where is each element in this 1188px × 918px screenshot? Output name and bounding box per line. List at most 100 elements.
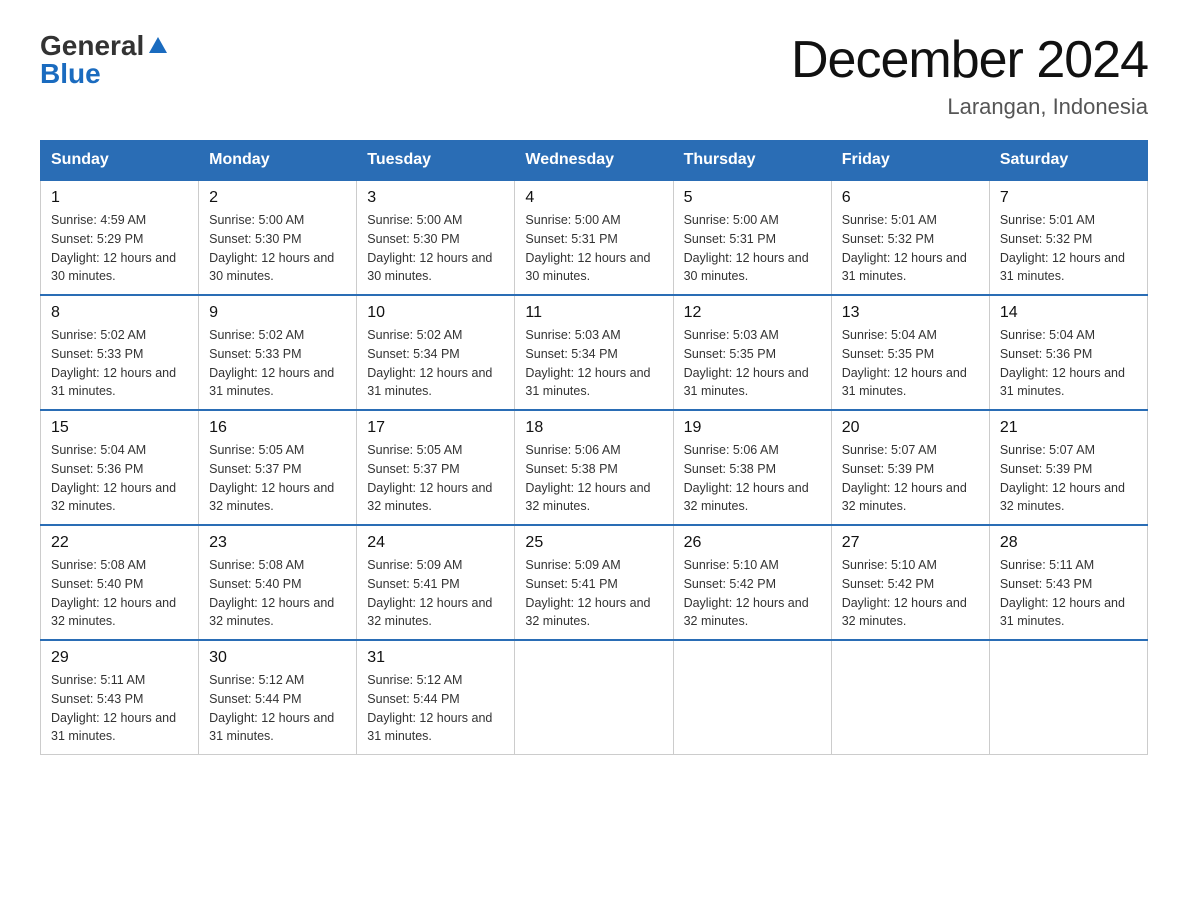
- day-number: 11: [525, 304, 662, 322]
- day-number: 15: [51, 419, 188, 437]
- logo-arrow-icon: [147, 35, 169, 62]
- day-cell: 19 Sunrise: 5:06 AMSunset: 5:38 PMDaylig…: [673, 410, 831, 525]
- day-info: Sunrise: 5:01 AMSunset: 5:32 PMDaylight:…: [842, 213, 967, 283]
- day-number: 8: [51, 304, 188, 322]
- day-number: 21: [1000, 419, 1137, 437]
- day-cell: 29 Sunrise: 5:11 AMSunset: 5:43 PMDaylig…: [41, 640, 199, 755]
- day-cell: 8 Sunrise: 5:02 AMSunset: 5:33 PMDayligh…: [41, 295, 199, 410]
- day-info: Sunrise: 5:11 AMSunset: 5:43 PMDaylight:…: [51, 673, 176, 743]
- title-area: December 2024 Larangan, Indonesia: [791, 30, 1148, 120]
- day-info: Sunrise: 5:12 AMSunset: 5:44 PMDaylight:…: [209, 673, 334, 743]
- page-header: General Blue December 2024 Larangan, Ind…: [40, 30, 1148, 120]
- day-info: Sunrise: 5:07 AMSunset: 5:39 PMDaylight:…: [1000, 443, 1125, 513]
- day-cell: 3 Sunrise: 5:00 AMSunset: 5:30 PMDayligh…: [357, 180, 515, 295]
- day-cell: [989, 640, 1147, 755]
- logo-blue-text: Blue: [40, 58, 101, 90]
- day-info: Sunrise: 5:00 AMSunset: 5:30 PMDaylight:…: [209, 213, 334, 283]
- day-cell: 14 Sunrise: 5:04 AMSunset: 5:36 PMDaylig…: [989, 295, 1147, 410]
- logo: General Blue: [40, 30, 169, 90]
- day-info: Sunrise: 5:04 AMSunset: 5:36 PMDaylight:…: [1000, 328, 1125, 398]
- day-cell: 11 Sunrise: 5:03 AMSunset: 5:34 PMDaylig…: [515, 295, 673, 410]
- day-info: Sunrise: 5:00 AMSunset: 5:30 PMDaylight:…: [367, 213, 492, 283]
- day-info: Sunrise: 5:12 AMSunset: 5:44 PMDaylight:…: [367, 673, 492, 743]
- day-info: Sunrise: 5:10 AMSunset: 5:42 PMDaylight:…: [842, 558, 967, 628]
- day-number: 10: [367, 304, 504, 322]
- day-cell: 18 Sunrise: 5:06 AMSunset: 5:38 PMDaylig…: [515, 410, 673, 525]
- week-row-4: 22 Sunrise: 5:08 AMSunset: 5:40 PMDaylig…: [41, 525, 1148, 640]
- day-number: 17: [367, 419, 504, 437]
- day-number: 31: [367, 649, 504, 667]
- day-cell: [673, 640, 831, 755]
- day-number: 3: [367, 189, 504, 207]
- day-number: 23: [209, 534, 346, 552]
- day-number: 9: [209, 304, 346, 322]
- day-cell: 22 Sunrise: 5:08 AMSunset: 5:40 PMDaylig…: [41, 525, 199, 640]
- day-cell: 7 Sunrise: 5:01 AMSunset: 5:32 PMDayligh…: [989, 180, 1147, 295]
- day-number: 6: [842, 189, 979, 207]
- day-info: Sunrise: 5:08 AMSunset: 5:40 PMDaylight:…: [51, 558, 176, 628]
- day-number: 7: [1000, 189, 1137, 207]
- week-row-3: 15 Sunrise: 5:04 AMSunset: 5:36 PMDaylig…: [41, 410, 1148, 525]
- day-cell: 31 Sunrise: 5:12 AMSunset: 5:44 PMDaylig…: [357, 640, 515, 755]
- day-info: Sunrise: 5:00 AMSunset: 5:31 PMDaylight:…: [684, 213, 809, 283]
- calendar-table: SundayMondayTuesdayWednesdayThursdayFrid…: [40, 140, 1148, 755]
- day-info: Sunrise: 5:09 AMSunset: 5:41 PMDaylight:…: [367, 558, 492, 628]
- day-info: Sunrise: 5:07 AMSunset: 5:39 PMDaylight:…: [842, 443, 967, 513]
- day-cell: 28 Sunrise: 5:11 AMSunset: 5:43 PMDaylig…: [989, 525, 1147, 640]
- day-number: 12: [684, 304, 821, 322]
- header-cell-wednesday: Wednesday: [515, 141, 673, 181]
- header-cell-saturday: Saturday: [989, 141, 1147, 181]
- week-row-5: 29 Sunrise: 5:11 AMSunset: 5:43 PMDaylig…: [41, 640, 1148, 755]
- day-cell: 13 Sunrise: 5:04 AMSunset: 5:35 PMDaylig…: [831, 295, 989, 410]
- day-info: Sunrise: 5:00 AMSunset: 5:31 PMDaylight:…: [525, 213, 650, 283]
- month-title: December 2024: [791, 30, 1148, 90]
- header-cell-thursday: Thursday: [673, 141, 831, 181]
- header-cell-tuesday: Tuesday: [357, 141, 515, 181]
- day-number: 30: [209, 649, 346, 667]
- header-cell-sunday: Sunday: [41, 141, 199, 181]
- day-cell: 10 Sunrise: 5:02 AMSunset: 5:34 PMDaylig…: [357, 295, 515, 410]
- day-info: Sunrise: 5:06 AMSunset: 5:38 PMDaylight:…: [684, 443, 809, 513]
- location-text: Larangan, Indonesia: [791, 94, 1148, 120]
- day-number: 27: [842, 534, 979, 552]
- day-cell: 15 Sunrise: 5:04 AMSunset: 5:36 PMDaylig…: [41, 410, 199, 525]
- day-cell: 12 Sunrise: 5:03 AMSunset: 5:35 PMDaylig…: [673, 295, 831, 410]
- day-cell: 27 Sunrise: 5:10 AMSunset: 5:42 PMDaylig…: [831, 525, 989, 640]
- day-cell: 4 Sunrise: 5:00 AMSunset: 5:31 PMDayligh…: [515, 180, 673, 295]
- day-info: Sunrise: 4:59 AMSunset: 5:29 PMDaylight:…: [51, 213, 176, 283]
- day-number: 13: [842, 304, 979, 322]
- day-number: 26: [684, 534, 821, 552]
- day-cell: 2 Sunrise: 5:00 AMSunset: 5:30 PMDayligh…: [199, 180, 357, 295]
- header-cell-friday: Friday: [831, 141, 989, 181]
- week-row-1: 1 Sunrise: 4:59 AMSunset: 5:29 PMDayligh…: [41, 180, 1148, 295]
- day-number: 25: [525, 534, 662, 552]
- day-cell: 1 Sunrise: 4:59 AMSunset: 5:29 PMDayligh…: [41, 180, 199, 295]
- day-number: 19: [684, 419, 821, 437]
- day-number: 16: [209, 419, 346, 437]
- day-cell: 24 Sunrise: 5:09 AMSunset: 5:41 PMDaylig…: [357, 525, 515, 640]
- day-info: Sunrise: 5:08 AMSunset: 5:40 PMDaylight:…: [209, 558, 334, 628]
- day-info: Sunrise: 5:01 AMSunset: 5:32 PMDaylight:…: [1000, 213, 1125, 283]
- day-cell: [515, 640, 673, 755]
- day-cell: 6 Sunrise: 5:01 AMSunset: 5:32 PMDayligh…: [831, 180, 989, 295]
- day-info: Sunrise: 5:02 AMSunset: 5:33 PMDaylight:…: [51, 328, 176, 398]
- day-info: Sunrise: 5:06 AMSunset: 5:38 PMDaylight:…: [525, 443, 650, 513]
- day-cell: 25 Sunrise: 5:09 AMSunset: 5:41 PMDaylig…: [515, 525, 673, 640]
- day-cell: 16 Sunrise: 5:05 AMSunset: 5:37 PMDaylig…: [199, 410, 357, 525]
- day-cell: 9 Sunrise: 5:02 AMSunset: 5:33 PMDayligh…: [199, 295, 357, 410]
- day-number: 18: [525, 419, 662, 437]
- day-number: 20: [842, 419, 979, 437]
- day-cell: 20 Sunrise: 5:07 AMSunset: 5:39 PMDaylig…: [831, 410, 989, 525]
- day-number: 28: [1000, 534, 1137, 552]
- day-cell: 21 Sunrise: 5:07 AMSunset: 5:39 PMDaylig…: [989, 410, 1147, 525]
- week-row-2: 8 Sunrise: 5:02 AMSunset: 5:33 PMDayligh…: [41, 295, 1148, 410]
- day-number: 1: [51, 189, 188, 207]
- day-info: Sunrise: 5:04 AMSunset: 5:36 PMDaylight:…: [51, 443, 176, 513]
- day-number: 14: [1000, 304, 1137, 322]
- day-info: Sunrise: 5:02 AMSunset: 5:34 PMDaylight:…: [367, 328, 492, 398]
- day-cell: 26 Sunrise: 5:10 AMSunset: 5:42 PMDaylig…: [673, 525, 831, 640]
- day-info: Sunrise: 5:03 AMSunset: 5:34 PMDaylight:…: [525, 328, 650, 398]
- day-info: Sunrise: 5:11 AMSunset: 5:43 PMDaylight:…: [1000, 558, 1125, 628]
- header-row: SundayMondayTuesdayWednesdayThursdayFrid…: [41, 141, 1148, 181]
- day-number: 24: [367, 534, 504, 552]
